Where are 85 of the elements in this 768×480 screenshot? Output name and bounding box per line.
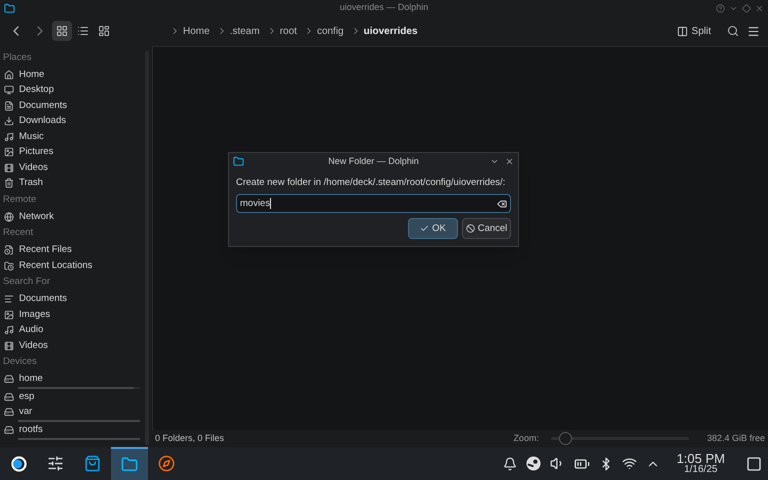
sidebar-item[interactable]: Documents xyxy=(0,98,145,114)
ok-button[interactable]: OK xyxy=(408,218,458,240)
window-title: uioverrides — Dolphin xyxy=(340,1,428,14)
section-header: Devices xyxy=(2,355,38,370)
text-lines-icon xyxy=(4,294,14,304)
split-view-icon xyxy=(676,26,688,36)
section-header: Places xyxy=(2,50,33,65)
view-mode-button[interactable] xyxy=(52,21,72,41)
close-icon[interactable] xyxy=(505,157,514,166)
show-desktop-icon[interactable] xyxy=(746,456,762,472)
drive-icon xyxy=(4,424,14,435)
drive-icon xyxy=(4,407,14,418)
download-icon xyxy=(4,116,14,126)
sidebar-item[interactable]: Videos xyxy=(0,160,145,176)
document-icon xyxy=(4,100,14,111)
section-header: Recent xyxy=(2,226,34,240)
sidebar-item[interactable]: Documents xyxy=(0,292,145,307)
image-icon xyxy=(4,147,14,158)
launcher-icon xyxy=(10,456,26,472)
split-button[interactable]: Split xyxy=(676,24,711,38)
sidebar-item[interactable]: Videos xyxy=(0,338,145,354)
breadcrumb[interactable]: config xyxy=(316,24,344,38)
sidebar-item[interactable]: Images xyxy=(0,307,145,322)
steam-icon[interactable] xyxy=(526,456,541,471)
sidebar-item[interactable]: Audio xyxy=(0,322,145,338)
sidebar-item[interactable]: Recent Locations xyxy=(0,258,145,274)
sidebar-item[interactable]: Recent Files xyxy=(0,242,145,258)
section-header: Remote xyxy=(2,192,38,207)
cancel-button[interactable]: Cancel xyxy=(462,218,511,240)
image-icon xyxy=(4,310,14,320)
free-space: 382.4 GiB free xyxy=(706,432,765,445)
sidebar-item[interactable]: Desktop xyxy=(0,82,145,98)
check-icon xyxy=(420,224,430,234)
sidebar-item[interactable]: rootfs xyxy=(0,422,145,438)
monitor-icon xyxy=(4,85,14,96)
drive-icon xyxy=(4,392,14,402)
folder-icon xyxy=(121,456,138,473)
sidebar-item[interactable]: Pictures xyxy=(0,144,145,160)
globe-icon xyxy=(4,212,14,222)
status-summary: 0 Folders, 0 Files xyxy=(155,432,224,445)
sidebar-item[interactable]: Downloads xyxy=(0,114,145,129)
help-icon[interactable] xyxy=(716,4,725,12)
breadcrumb[interactable]: uioverrides xyxy=(364,24,418,38)
sidebar-item[interactable]: Music xyxy=(0,129,145,144)
close-icon[interactable] xyxy=(755,4,764,12)
menu-icon[interactable] xyxy=(747,24,760,38)
bell-icon[interactable] xyxy=(502,456,517,470)
clear-icon[interactable] xyxy=(497,198,507,209)
sidebar-item[interactable]: esp xyxy=(0,389,145,404)
breadcrumb[interactable]: root xyxy=(280,24,297,38)
home-icon xyxy=(4,70,14,80)
sidebar-item[interactable]: home xyxy=(0,372,145,387)
sidebar-item[interactable]: Home xyxy=(0,67,145,82)
sidebar-item[interactable]: Network xyxy=(0,209,145,224)
search-icon[interactable] xyxy=(727,25,739,37)
wifi-icon[interactable] xyxy=(622,456,637,471)
breadcrumb[interactable]: Home xyxy=(183,24,210,38)
file-clock-icon xyxy=(4,245,14,256)
breadcrumb[interactable]: .steam xyxy=(230,24,260,38)
film-icon xyxy=(4,162,14,173)
browser-icon xyxy=(158,455,175,472)
minimize-icon[interactable] xyxy=(490,157,499,166)
drive-icon xyxy=(4,374,14,384)
app-icon xyxy=(4,2,15,14)
zoom-handle[interactable] xyxy=(558,432,572,445)
folder-clock-icon xyxy=(4,260,14,271)
section-header: Search For xyxy=(2,275,51,290)
grid-view-icon xyxy=(56,25,68,37)
folder-name-field[interactable]: movies xyxy=(236,194,511,214)
trash-icon xyxy=(4,178,14,188)
compact-view-icon xyxy=(98,25,110,37)
dialog-title: New Folder — Dolphin xyxy=(328,154,419,168)
clock[interactable]: 1:05 PM 1/16/25 xyxy=(676,452,725,475)
film-icon xyxy=(4,340,14,351)
music-note-icon xyxy=(4,325,14,336)
sidebar-item[interactable]: Trash xyxy=(0,176,145,191)
sliders-icon xyxy=(47,455,64,472)
cancel-icon xyxy=(466,224,475,234)
shopping-bag-icon xyxy=(84,455,101,472)
prompt-text: Create new folder in /home/deck/.steam/root/config/uioverrides/: xyxy=(235,176,506,190)
maximize-icon[interactable] xyxy=(742,4,751,12)
music-note-icon xyxy=(4,132,14,142)
app-icon xyxy=(233,156,244,167)
zoom-label: Zoom: xyxy=(513,432,539,445)
sidebar-item[interactable]: var xyxy=(0,404,145,420)
